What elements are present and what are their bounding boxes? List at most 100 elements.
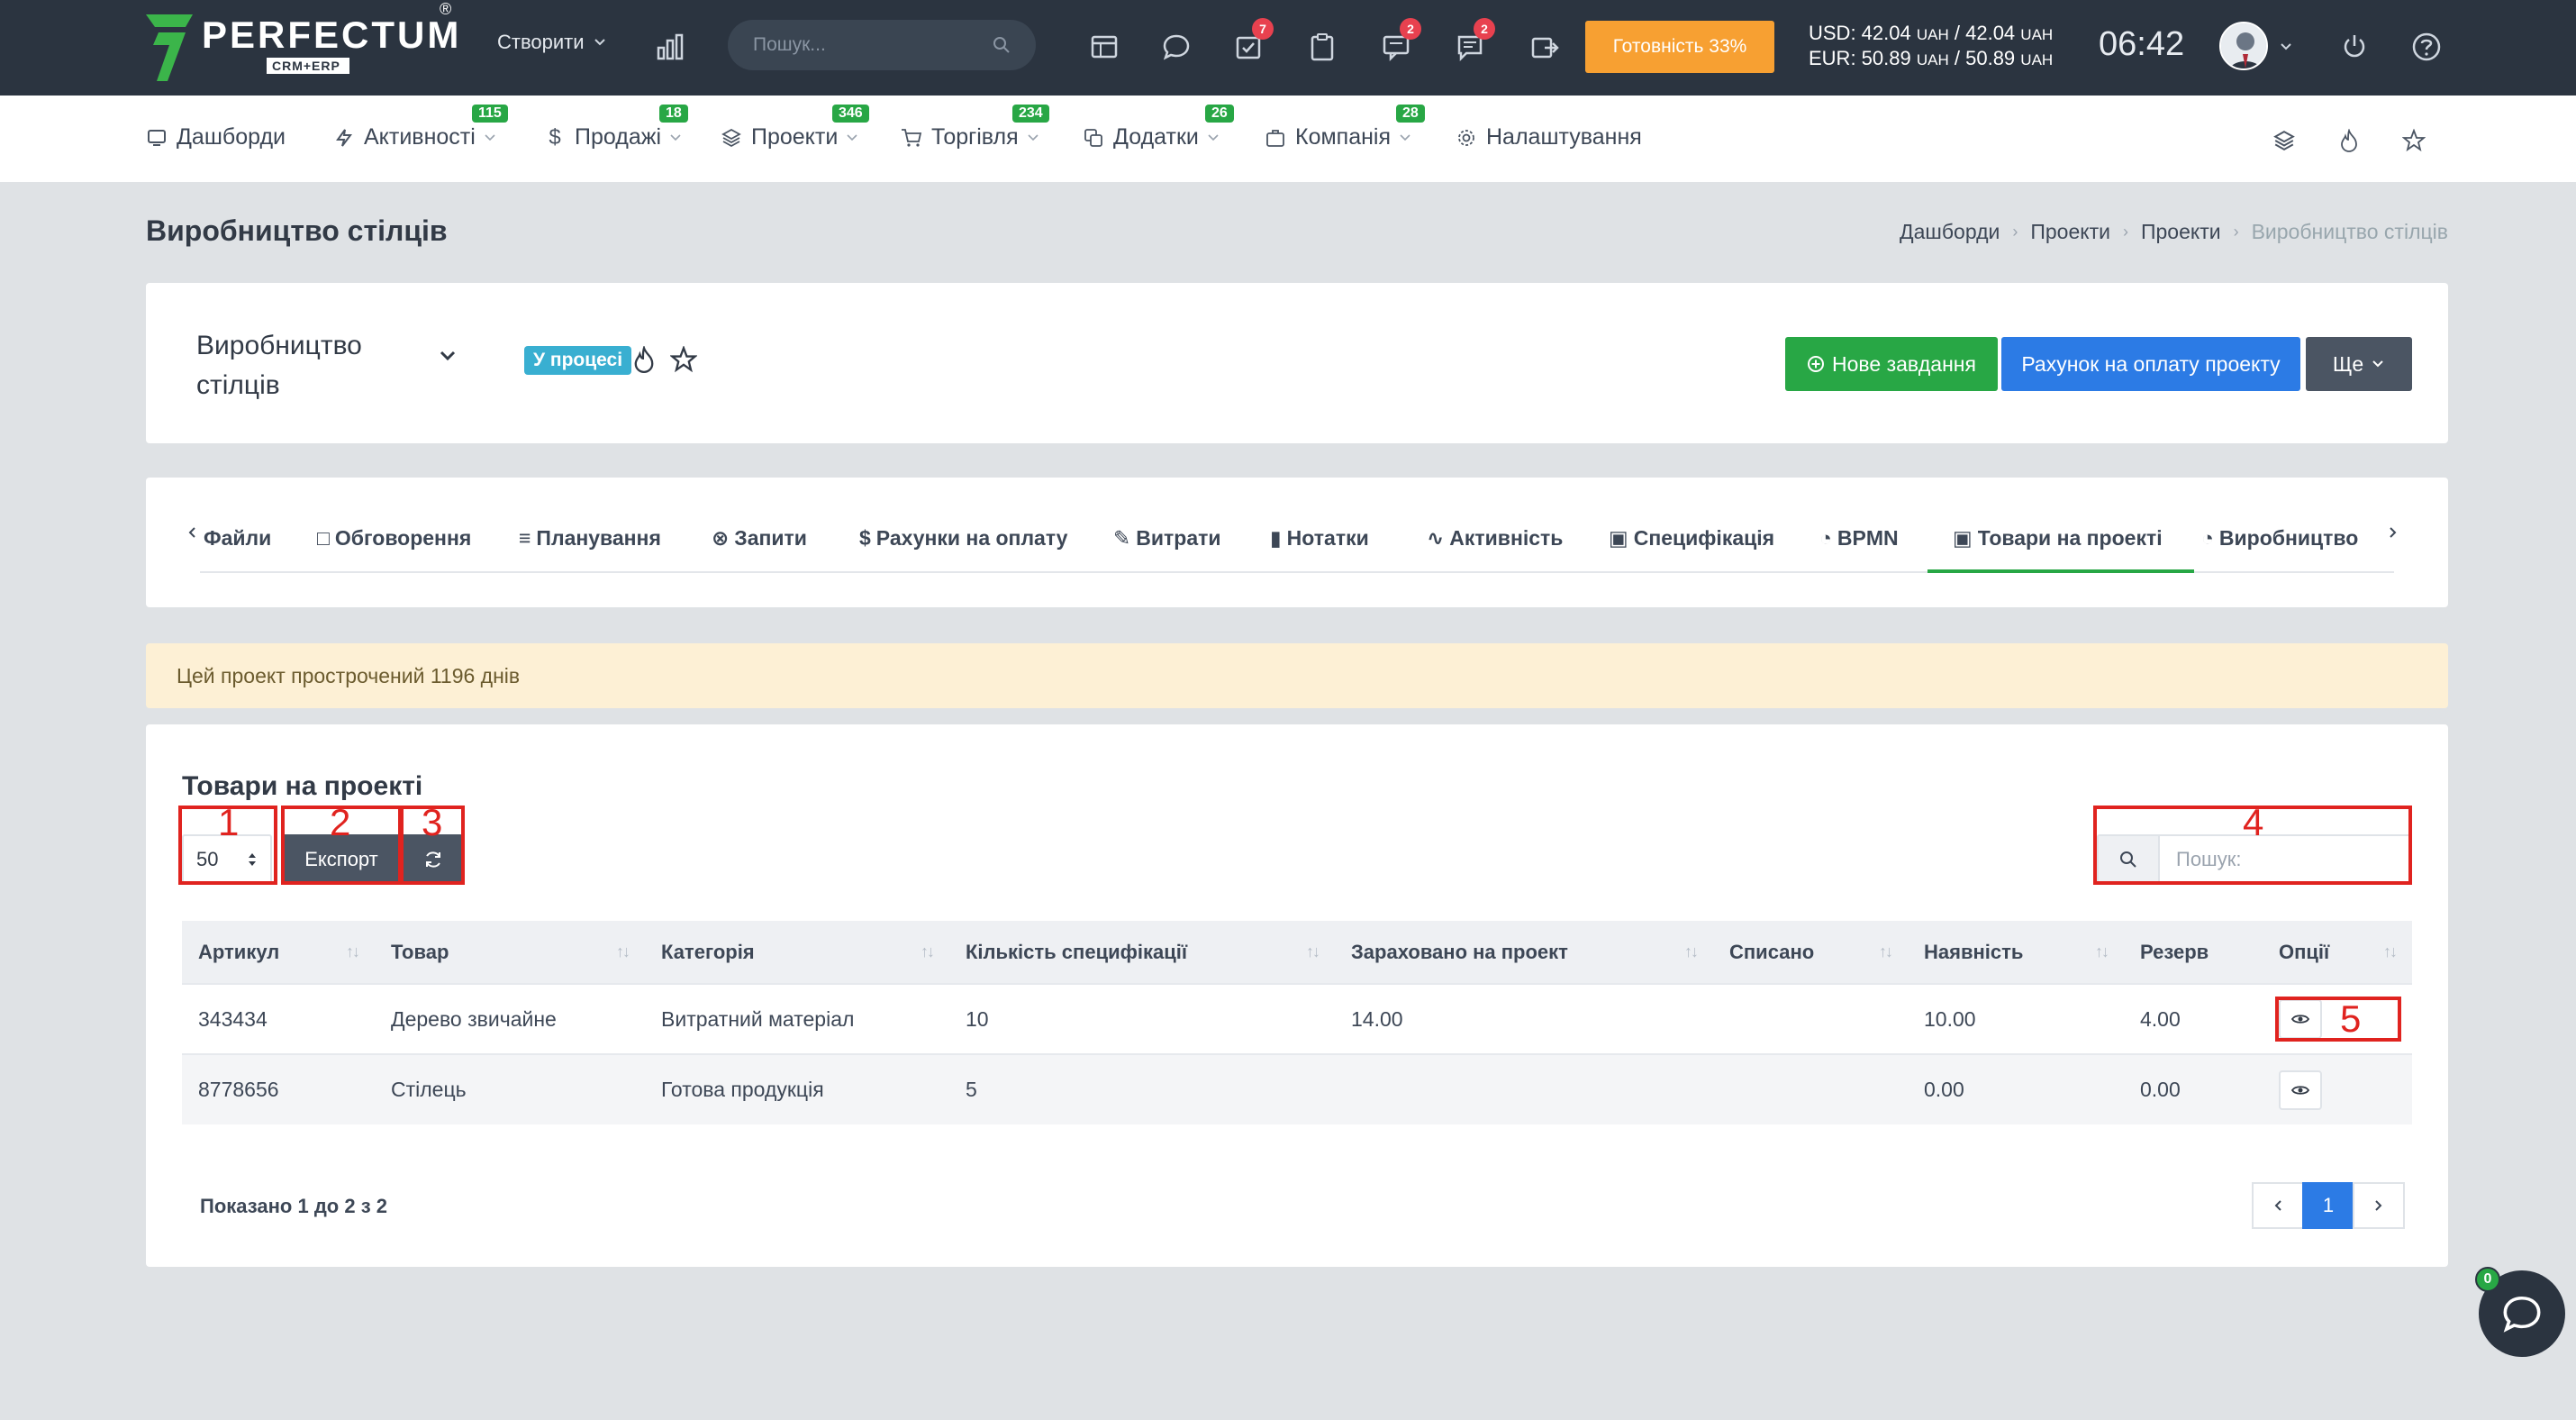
bar-chart-icon[interactable] [650,27,690,67]
star-icon[interactable] [2398,124,2430,157]
chevron-down-icon[interactable] [440,350,456,366]
logo[interactable]: PERFECTUM CRM+ERP [146,14,461,83]
cell-credited [1335,1053,1713,1124]
column-header[interactable]: Артикул ↑↓ [182,921,375,984]
calendar-icon[interactable] [1084,27,1124,67]
fire-icon[interactable] [632,344,656,378]
breadcrumb-item[interactable]: Проекти [2141,220,2221,244]
cell-sku: 343434 [182,983,375,1054]
lifebuoy-icon: ⊗ [712,526,730,550]
column-label: Кількість специфікації [966,940,1188,963]
chat-widget-button[interactable]: 0 [2475,1267,2565,1357]
avatar[interactable] [2219,22,2268,70]
comments-icon[interactable]: 2 [1376,18,1421,67]
nav-badge: 28 [1396,105,1425,123]
logo-registered: ® [440,0,452,18]
sort-icon: ↑↓ [2383,942,2398,960]
list-icon: ≡ [519,526,531,550]
tab-bpmn[interactable]: ◔ BPMN [1819,526,1899,551]
nav-item-settings[interactable]: Налаштування [1456,124,1642,150]
tabs-scroll-left-icon[interactable] [187,526,196,539]
breadcrumb: Дашборди › Проекти › Проекти › Виробницт… [1900,220,2448,244]
comment-icon: □ [317,526,330,550]
eur-unit: UAH [1916,51,1949,68]
tab-specification[interactable]: ▣ Специфікація [1609,526,1774,551]
column-header[interactable]: Списано ↑↓ [1713,921,1908,984]
column-header[interactable]: Кількість специфікації ↑↓ [949,921,1335,984]
nav-item-dashboards[interactable]: Дашборди [146,124,286,150]
create-menu-button[interactable]: Створити [497,31,606,54]
nav-badge: 26 [1205,105,1234,123]
view-button[interactable] [2279,1070,2322,1110]
column-header[interactable]: Зараховано на проект ↑↓ [1335,921,1713,984]
nav-item-trade[interactable]: Торгівля 234 [901,105,1049,150]
tab-production[interactable]: ◔ Виробництво [2201,526,2358,551]
tab-project-products[interactable]: ▣ Товари на проекті [1953,526,2163,551]
gear-icon [1456,127,1477,149]
share-icon[interactable] [1526,27,1565,67]
column-header[interactable]: Товар ↑↓ [375,921,645,984]
tab-expenses[interactable]: ✎ Витрати [1113,526,1221,551]
star-icon[interactable] [669,345,698,378]
table-row: 8778656 Стілець Готова продукція 5 0.00 … [182,1053,2412,1124]
pagination-page[interactable]: 1 [2302,1182,2354,1229]
sort-icon: ↑↓ [616,942,630,960]
tab-notes[interactable]: ▮ Нотатки [1270,526,1369,551]
project-name-selector[interactable]: Виробництво стілців [196,326,376,405]
pagination-prev-icon[interactable] [2252,1182,2304,1229]
pagination-next-icon[interactable] [2353,1182,2405,1229]
tab-planning[interactable]: ≡ Планування [519,526,661,551]
column-label: Товар [391,940,449,963]
help-icon[interactable] [2407,27,2446,67]
column-header[interactable]: Опції ↑↓ [2263,921,2412,984]
global-search-input[interactable]: Пошук... [728,20,1036,70]
tab-requests[interactable]: ⊗ Запити [712,526,807,551]
power-icon[interactable] [2335,27,2374,67]
breadcrumb-item[interactable]: Проекти [2030,220,2110,244]
user-menu-chevron-icon[interactable] [2273,27,2299,67]
book-icon: ▮ [1270,526,1282,550]
sort-icon: ↑↓ [921,942,935,960]
tasks-icon[interactable]: 7 [1229,18,1274,67]
messages-icon[interactable]: 2 [1450,18,1495,67]
section-title: Товари на проекті [182,771,423,801]
tab-label: Файли [204,526,272,550]
tab-files[interactable]: Файли [204,526,271,551]
chat-bubble-icon[interactable] [1156,27,1196,67]
tab-discussions[interactable]: □ Обговорення [317,526,471,551]
nav-item-addons[interactable]: Додатки 26 [1083,105,1234,150]
nav-label: Дашборди [177,124,286,150]
logo-name: PERFECTUM [202,14,462,56]
more-button[interactable]: Ще [2306,337,2412,391]
nav-item-projects[interactable]: Проекти 346 [721,105,869,150]
sort-icon: ↑↓ [2095,942,2109,960]
edit-icon: ✎ [1113,526,1131,550]
nav-label: Налаштування [1486,124,1642,150]
nav-item-company[interactable]: Компанія 28 [1265,105,1425,150]
tab-invoices[interactable]: $ Рахунки на оплату [859,526,1067,551]
tab-label: Товари на проекті [1977,526,2163,550]
chevron-down-icon [2372,360,2383,368]
fire-icon[interactable] [2333,124,2365,157]
nav-item-sales[interactable]: $ Продажі 18 [544,105,688,150]
cell-sku: 8778656 [182,1053,375,1124]
column-header[interactable]: Резерв [2124,921,2263,984]
briefcase-icon [1265,127,1286,149]
column-header[interactable]: Наявність ↑↓ [1908,921,2124,984]
clock: 06:42 [2099,25,2185,63]
tabs-scroll-right-icon[interactable] [2389,526,2398,539]
new-task-button[interactable]: Нове завдання [1785,337,1998,391]
nav-badge: 18 [659,105,688,123]
layers-toggle-icon[interactable] [2268,124,2300,157]
cell-spec-qty: 10 [949,983,1335,1054]
sort-icon: ↑↓ [1684,942,1699,960]
pie-icon: ◔ [1819,526,1832,550]
breadcrumb-item[interactable]: Дашборди [1900,220,2000,244]
column-header[interactable]: Категорія ↑↓ [645,921,949,984]
nav-item-activities[interactable]: Активності 115 [333,105,508,150]
readiness-button[interactable]: Готовність 33% [1585,21,1774,73]
box-icon: ▣ [1953,526,1973,550]
project-invoice-button[interactable]: Рахунок на оплату проекту [2001,337,2300,391]
clipboard-icon[interactable] [1302,27,1342,67]
tab-activity[interactable]: ∿ Активність [1427,526,1563,551]
